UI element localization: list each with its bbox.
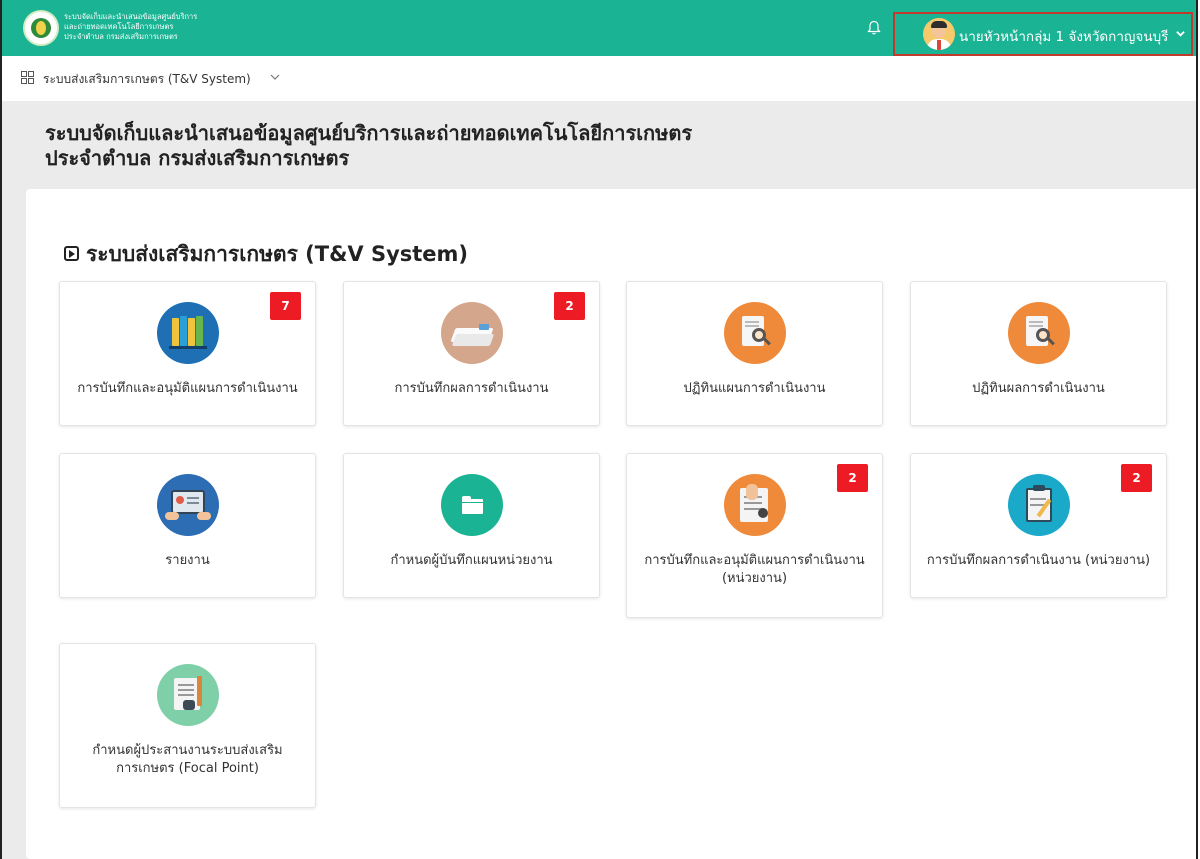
card-label: การบันทึกผลการดำเนินงาน (หน่วยงาน) bbox=[926, 553, 1151, 568]
top-navbar: ระบบจัดเก็บและนำเสนอข้อมูลศูนย์บริการ แล… bbox=[2, 0, 1196, 56]
chevron-down-icon[interactable] bbox=[270, 73, 280, 81]
binders-icon bbox=[157, 302, 219, 364]
grid-icon bbox=[21, 71, 34, 84]
document-search-icon bbox=[724, 302, 786, 364]
card-label: กำหนดผู้บันทึกแผนหน่วยงาน bbox=[390, 553, 553, 568]
papers-icon bbox=[441, 302, 503, 364]
user-menu[interactable]: นายหัวหน้ากลุ่ม 1 จังหวัดกาญจนบุรี bbox=[893, 12, 1193, 56]
menu-card-focal-point[interactable]: กำหนดผู้ประสานงานระบบส่งเสริม การเกษตร (… bbox=[59, 643, 316, 808]
brand-line-1: ระบบจัดเก็บและนำเสนอข้อมูลศูนย์บริการ bbox=[64, 12, 198, 21]
notes-icon bbox=[157, 664, 219, 726]
brand-line-2: และถ่ายทอดเทคโนโลยีการเกษตร bbox=[64, 22, 174, 31]
menu-card-assign-recorder[interactable]: กำหนดผู้บันทึกแผนหน่วยงาน bbox=[343, 453, 600, 598]
system-selector-bar: ระบบส่งเสริมการเกษตร (T&V System) bbox=[2, 56, 1196, 102]
tablet-report-icon bbox=[157, 474, 219, 536]
chevron-down-icon bbox=[1176, 31, 1185, 37]
department-logo[interactable] bbox=[23, 10, 59, 46]
page-title-line-2: ประจำตำบล กรมส่งเสริมการเกษตร bbox=[45, 146, 350, 170]
menu-card-unit-plan-approval[interactable]: 2 การบันทึกและอนุมัติแผนการดำเนินงาน (หน… bbox=[626, 453, 883, 618]
play-square-icon bbox=[64, 245, 79, 261]
page-title: ระบบจัดเก็บและนำเสนอข้อมูลศูนย์บริการและ… bbox=[45, 121, 692, 171]
card-label: ปฏิทินแผนการดำเนินงาน bbox=[683, 381, 826, 396]
section-title-text: ระบบส่งเสริมการเกษตร (T&V System) bbox=[86, 242, 469, 266]
card-label: ปฏิทินผลการดำเนินงาน bbox=[972, 381, 1105, 396]
menu-card-result-record[interactable]: 2 การบันทึกผลการดำเนินงาน bbox=[343, 281, 600, 426]
bell-icon[interactable] bbox=[867, 20, 881, 36]
card-label: การบันทึกผลการดำเนินงาน bbox=[394, 381, 549, 396]
card-label: การบันทึกและอนุมัติแผนการดำเนินงาน (หน่ว… bbox=[644, 553, 865, 586]
card-label: กำหนดผู้ประสานงานระบบส่งเสริม การเกษตร (… bbox=[92, 743, 283, 776]
user-name: นายหัวหน้ากลุ่ม 1 จังหวัดกาญจนบุรี bbox=[959, 29, 1169, 45]
brand-text: ระบบจัดเก็บและนำเสนอข้อมูลศูนย์บริการ แล… bbox=[64, 12, 197, 42]
brand-line-3: ประจำตำบล กรมส่งเสริมการเกษตร bbox=[64, 32, 178, 41]
section-title: ระบบส่งเสริมการเกษตร (T&V System) bbox=[64, 238, 468, 271]
document-search-icon bbox=[1008, 302, 1070, 364]
count-badge: 2 bbox=[837, 464, 868, 492]
system-selector[interactable]: ระบบส่งเสริมการเกษตร (T&V System) bbox=[43, 70, 251, 89]
clipboard-icon bbox=[1008, 474, 1070, 536]
card-label: รายงาน bbox=[165, 553, 210, 568]
menu-card-unit-result-record[interactable]: 2 การบันทึกผลการดำเนินงาน (หน่วยงาน) bbox=[910, 453, 1167, 598]
count-badge: 7 bbox=[270, 292, 301, 320]
app-frame: ระบบจัดเก็บและนำเสนอข้อมูลศูนย์บริการ แล… bbox=[0, 0, 1198, 859]
menu-card-plan-calendar[interactable]: ปฏิทินแผนการดำเนินงาน bbox=[626, 281, 883, 426]
count-badge: 2 bbox=[554, 292, 585, 320]
card-label: การบันทึกและอนุมัติแผนการดำเนินงาน bbox=[77, 381, 298, 396]
menu-card-result-calendar[interactable]: ปฏิทินผลการดำเนินงาน bbox=[910, 281, 1167, 426]
folder-icon bbox=[441, 474, 503, 536]
page-title-line-1: ระบบจัดเก็บและนำเสนอข้อมูลศูนย์บริการและ… bbox=[45, 121, 693, 145]
menu-card-plan-approval[interactable]: 7 การบันทึกและอนุมัติแผนการดำเนินงาน bbox=[59, 281, 316, 426]
menu-card-report[interactable]: รายงาน bbox=[59, 453, 316, 598]
count-badge: 2 bbox=[1121, 464, 1152, 492]
checklist-icon bbox=[724, 474, 786, 536]
avatar bbox=[923, 18, 955, 50]
